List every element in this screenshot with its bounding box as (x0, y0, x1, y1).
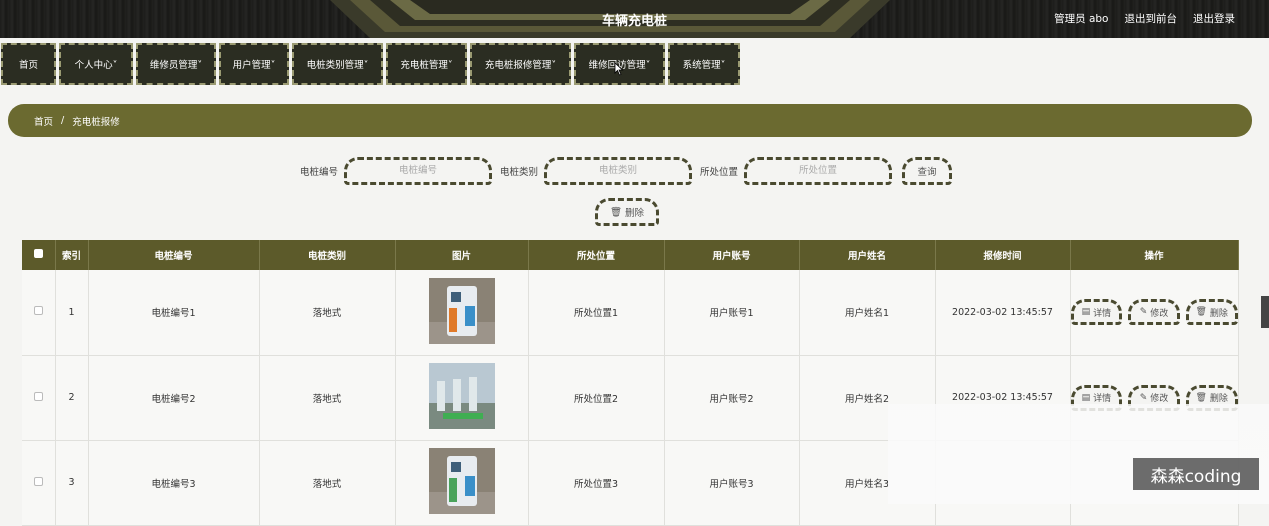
row-user-account: 用户账号1 (664, 270, 800, 356)
pile-code-label: 电桩编号 (300, 167, 339, 178)
pile-type-input[interactable]: 电桩类别 (544, 157, 693, 185)
row-location: 所处位置3 (528, 440, 665, 526)
row-pile-code: 电桩编号3 (88, 440, 260, 526)
admin-label: 管理员 abo (1054, 13, 1109, 25)
trash-icon: 🗑 (609, 206, 623, 218)
row-pile-type: 落地式 (259, 355, 396, 441)
query-button[interactable]: 查询 (902, 157, 953, 185)
pencil-icon: ✎ (1139, 392, 1148, 403)
pencil-icon: ✎ (1139, 307, 1148, 318)
row-checkbox[interactable] (33, 391, 43, 401)
delete-label: 删除 (1209, 394, 1228, 404)
row-select-cell[interactable] (22, 440, 56, 526)
row-index: 3 (55, 440, 89, 526)
watermark: 森森coding (1133, 458, 1259, 490)
breadcrumb-separator: / (61, 115, 65, 126)
pile-code-input[interactable]: 电桩编号 (344, 157, 493, 185)
row-user-name: 用户姓名1 (799, 270, 936, 356)
header-location: 所处位置 (528, 240, 665, 270)
table-row: 1 电桩编号1 落地式 所处位置1 用户账号1 用户姓名1 2022-03-02… (22, 270, 1239, 356)
breadcrumb-current: 充电桩报修 (72, 116, 120, 128)
batch-delete-label: 删除 (625, 208, 645, 219)
row-index: 1 (55, 270, 89, 356)
side-collapse-tab[interactable] (1261, 296, 1269, 328)
query-button-label: 查询 (917, 167, 937, 178)
header-report-time: 报修时间 (935, 240, 1071, 270)
select-all-checkbox[interactable] (33, 249, 43, 258)
detail-label: 详情 (1093, 308, 1112, 319)
row-pile-code: 电桩编号1 (88, 270, 260, 356)
row-user-account: 用户账号2 (664, 355, 800, 441)
row-report-time: 2022-03-02 13:45:57 (935, 270, 1071, 356)
trash-icon: 🗑 (1195, 307, 1207, 318)
main-nav: 首页 个人中心˅ 维修员管理˅ 用户管理˅ 电桩类别管理˅ 充电桩管理˅ 充电桩… (0, 43, 740, 87)
detail-button[interactable]: ▤ 详情 (1070, 299, 1123, 326)
nav-item-pile-category-management[interactable]: 电桩类别管理˅ (292, 43, 383, 85)
delete-label: 删除 (1209, 308, 1228, 319)
row-image-cell (395, 355, 529, 441)
location-label: 所处位置 (700, 167, 739, 178)
charging-pile-image (428, 448, 495, 514)
row-pile-code: 电桩编号2 (88, 355, 260, 441)
charging-pile-image (428, 363, 495, 429)
row-image-cell (395, 270, 529, 356)
row-checkbox[interactable] (33, 306, 43, 316)
header-index: 索引 (55, 240, 89, 270)
search-bar: 电桩编号 电桩编号 电桩类别 电桩类别 所处位置 所处位置 查询 (300, 156, 953, 186)
header-user-name: 用户姓名 (799, 240, 936, 270)
row-operations: ▤ 详情 ✎ 修改 🗑 删除 (1070, 270, 1239, 356)
edit-label: 修改 (1150, 308, 1169, 319)
row-checkbox[interactable] (33, 476, 43, 486)
breadcrumb: 首页 / 充电桩报修 (8, 104, 1252, 137)
header-user-account: 用户账号 (664, 240, 800, 270)
mouse-cursor-icon (614, 62, 624, 76)
row-location: 所处位置2 (528, 355, 665, 441)
header-operations: 操作 (1070, 240, 1239, 270)
nav-item-charging-pile-management[interactable]: 充电桩管理˅ (386, 43, 467, 85)
trash-icon: 🗑 (1195, 392, 1207, 403)
top-bar: 车辆充电桩 管理员 abo 退出到前台 退出登录 (0, 0, 1269, 38)
row-index: 2 (55, 355, 89, 441)
row-select-cell[interactable] (22, 355, 56, 441)
edit-button[interactable]: ✎ 修改 (1128, 299, 1180, 326)
select-all-cell[interactable] (22, 240, 56, 270)
document-icon: ▤ (1081, 392, 1091, 403)
batch-delete-button[interactable]: 🗑 删除 (595, 198, 659, 226)
location-input[interactable]: 所处位置 (744, 157, 893, 185)
document-icon: ▤ (1081, 307, 1091, 318)
breadcrumb-home[interactable]: 首页 (34, 114, 53, 128)
pile-type-label: 电桩类别 (500, 167, 539, 178)
row-user-account: 用户账号3 (664, 440, 800, 526)
row-image-cell (395, 440, 529, 526)
charging-pile-image (428, 277, 495, 344)
row-pile-type: 落地式 (259, 270, 396, 356)
delete-button[interactable]: 🗑 删除 (1185, 299, 1238, 326)
edit-label: 修改 (1150, 394, 1169, 404)
nav-item-repairer-management[interactable]: 维修员管理˅ (136, 43, 216, 85)
row-pile-type: 落地式 (259, 440, 396, 526)
table-header-row: 索引 电桩编号 电桩类别 图片 所处位置 用户账号 用户姓名 报修时间 操作 (22, 240, 1239, 270)
logout-link[interactable]: 退出登录 (1193, 11, 1235, 26)
nav-item-system-management[interactable]: 系统管理˅ (668, 43, 740, 85)
nav-item-user-management[interactable]: 用户管理˅ (219, 43, 289, 85)
detail-label: 详情 (1093, 394, 1112, 404)
header-pile-code: 电桩编号 (88, 240, 260, 270)
row-select-cell[interactable] (22, 270, 56, 356)
nav-item-repair-report-management[interactable]: 充电桩报修管理˅ (470, 43, 571, 85)
header-pile-type: 电桩类别 (259, 240, 396, 270)
front-link[interactable]: 退出到前台 (1125, 11, 1178, 26)
nav-item-personal-center[interactable]: 个人中心˅ (59, 43, 133, 85)
nav-item-home[interactable]: 首页 (1, 43, 56, 85)
row-location: 所处位置1 (528, 270, 665, 356)
header-image: 图片 (395, 240, 529, 270)
